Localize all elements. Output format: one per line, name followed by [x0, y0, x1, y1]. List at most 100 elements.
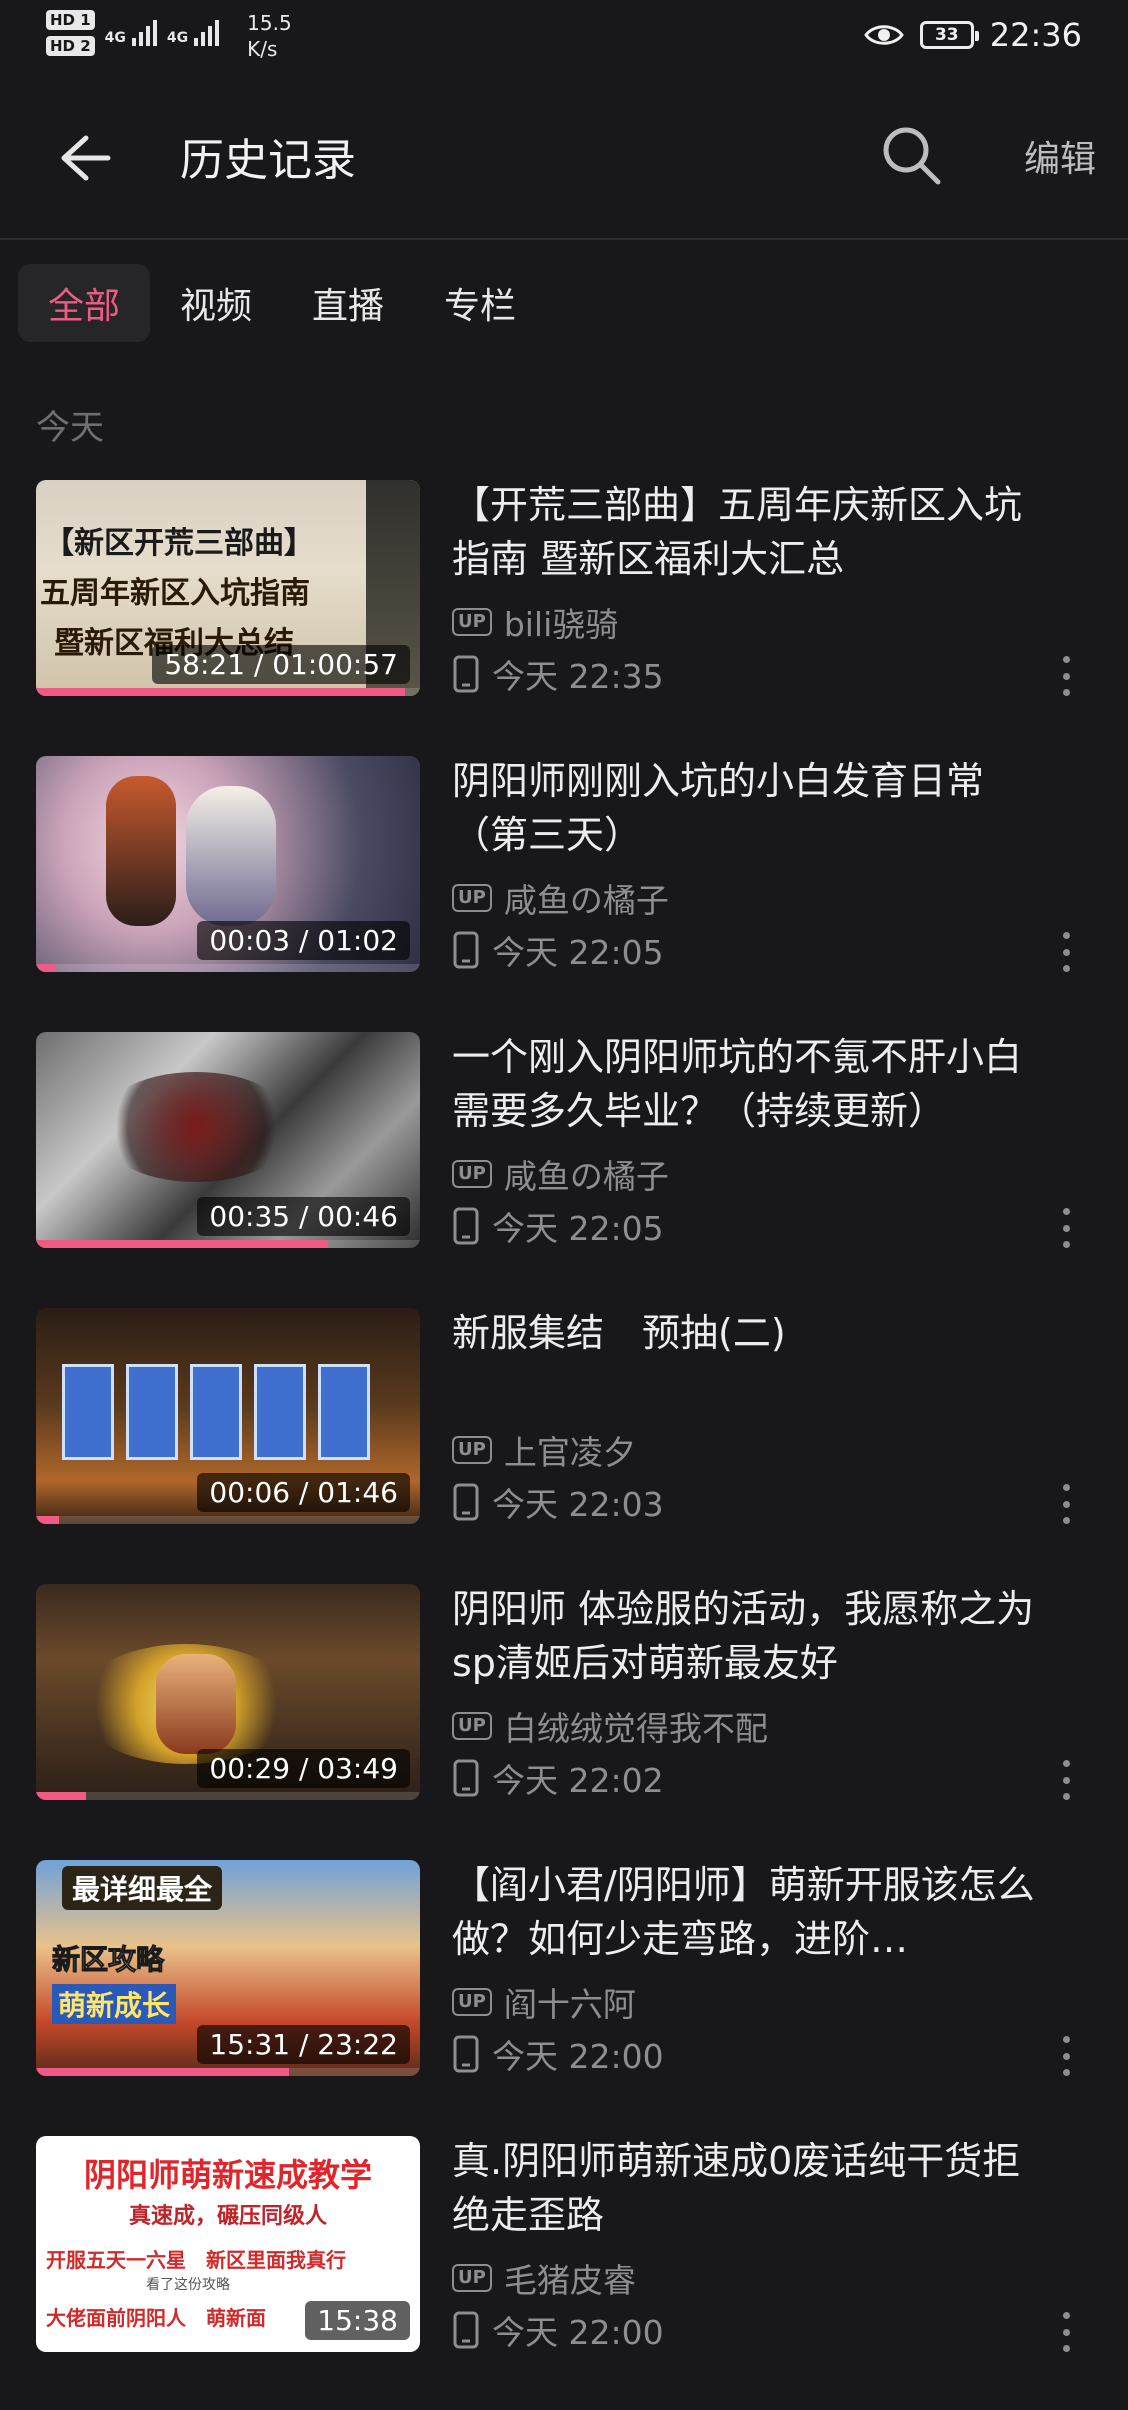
- network-speed: 15.5 K/s: [247, 11, 292, 61]
- card-icon: [62, 1364, 114, 1460]
- more-options-button[interactable]: [1060, 2312, 1072, 2352]
- watch-progress-bar: [36, 688, 405, 696]
- watch-progress-bar: [36, 1792, 86, 1800]
- thumbnail-caption: 最详细最全: [62, 1866, 223, 1910]
- up-badge-icon: UP: [452, 1712, 492, 1740]
- arrow-left-icon: [61, 135, 111, 181]
- up-badge-icon: UP: [452, 608, 492, 636]
- card-icon: [126, 1364, 178, 1460]
- history-item[interactable]: 最详细最全 新区攻略 萌新成长 15:31 / 23:22 【阎小君/阴阳师】萌…: [0, 1858, 1128, 2134]
- thumbnail-caption: 五周年新区入坑指南: [40, 576, 310, 611]
- more-icon: [1062, 1208, 1070, 1215]
- more-options-button[interactable]: [1060, 656, 1072, 696]
- eye-icon: [863, 25, 904, 45]
- uploader-row: UP 白绒绒觉得我不配: [452, 1702, 768, 1750]
- search-icon: [883, 127, 941, 185]
- video-thumbnail[interactable]: 阴阳师萌新速成教学 真速成，碾压同级人 开服五天一六星 新区里面我真行 看了这份…: [36, 2136, 420, 2352]
- up-badge-icon: UP: [452, 2264, 492, 2292]
- video-title[interactable]: 阴阳师 体验服的活动，我愿称之为sp清姬后对萌新最友好: [452, 1582, 1052, 1690]
- watch-progress-bar: [36, 1240, 328, 1248]
- watch-time-row: 今天 22:05: [452, 926, 664, 974]
- app-bar: 历史记录 编辑: [0, 76, 1128, 240]
- status-bar: HD 1 HD 2 4G 4G 15.5 K/s 33 22:36: [0, 0, 1128, 76]
- watch-time-row: 今天 22:02: [452, 1754, 664, 1802]
- duration-label: 00:06 / 01:46: [197, 1473, 410, 1512]
- sim2-badge: HD 2: [46, 36, 95, 56]
- video-title[interactable]: 【开荒三部曲】五周年庆新区入坑指南 暨新区福利大汇总: [452, 478, 1052, 586]
- watch-time: 今天 22:00: [492, 2037, 664, 2076]
- more-icon: [1062, 932, 1070, 939]
- uploader-row: UP 咸鱼の橘子: [452, 874, 669, 922]
- watch-time-row: 今天 22:03: [452, 1478, 664, 1526]
- watch-time: 今天 22:02: [492, 1761, 664, 1800]
- phone-icon: [453, 1207, 479, 1245]
- video-thumbnail[interactable]: 00:29 / 03:49: [36, 1584, 420, 1800]
- sim1-badge: HD 1: [46, 10, 95, 30]
- video-title[interactable]: 真.阴阳师萌新速成0废话纯干货拒绝走歪路: [452, 2134, 1052, 2242]
- history-item[interactable]: 00:03 / 01:02 阴阳师刚刚入坑的小白发育日常（第三天） UP 咸鱼の…: [0, 754, 1128, 1030]
- more-options-button[interactable]: [1060, 1208, 1072, 1248]
- video-title[interactable]: 新服集结 预抽(二): [452, 1306, 1052, 1360]
- duration-label: 15:31 / 23:22: [197, 2025, 410, 2064]
- clock: 22:36: [989, 16, 1082, 54]
- uploader-name: 咸鱼の橘子: [503, 881, 669, 920]
- thumbnail-caption: 真速成，碾压同级人: [128, 2204, 327, 2229]
- thumbnail-caption: 大佬面前阴阳人 萌新面: [46, 2306, 266, 2330]
- history-list: 【新区开荒三部曲】 五周年新区入坑指南 暨新区福利大总结 58:21 / 01:…: [0, 478, 1128, 2410]
- phone-icon: [453, 655, 479, 693]
- video-thumbnail[interactable]: 00:35 / 00:46: [36, 1032, 420, 1248]
- watch-time: 今天 22:03: [492, 1485, 664, 1524]
- history-item[interactable]: 00:06 / 01:46 新服集结 预抽(二) UP 上官凌夕 今天 22:0…: [0, 1306, 1128, 1582]
- thumbnail-caption: 看了这份攻略: [146, 2277, 230, 2293]
- card-icon: [318, 1364, 370, 1460]
- history-item[interactable]: 00:35 / 00:46 一个刚入阴阳师坑的不氪不肝小白需要多久毕业？（持续更…: [0, 1030, 1128, 1306]
- more-icon: [1062, 656, 1070, 663]
- video-title[interactable]: 【阎小君/阴阳师】萌新开服该怎么做？如何少走弯路，进阶…: [452, 1858, 1052, 1966]
- history-item[interactable]: 【新区开荒三部曲】 五周年新区入坑指南 暨新区福利大总结 58:21 / 01:…: [0, 478, 1128, 754]
- video-title[interactable]: 阴阳师刚刚入坑的小白发育日常（第三天）: [452, 754, 1052, 862]
- more-options-button[interactable]: [1060, 932, 1072, 972]
- watch-time: 今天 22:00: [492, 2313, 664, 2352]
- uploader-name: 上官凌夕: [503, 1433, 636, 1472]
- battery-icon: 33: [919, 21, 979, 49]
- uploader-row: UP 毛猪皮睿: [452, 2254, 636, 2302]
- up-badge-icon: UP: [452, 1988, 492, 2016]
- back-button[interactable]: [52, 126, 116, 190]
- uploader-row: UP 阎十六阿: [452, 1978, 636, 2026]
- video-thumbnail[interactable]: 00:03 / 01:02: [36, 756, 420, 972]
- watch-time-row: 今天 22:00: [452, 2030, 664, 2078]
- duration-label: 58:21 / 01:00:57: [152, 645, 410, 684]
- duration-label: 00:29 / 03:49: [197, 1749, 410, 1788]
- more-options-button[interactable]: [1060, 2036, 1072, 2076]
- watch-progress-bar: [36, 1516, 60, 1524]
- video-thumbnail[interactable]: 00:06 / 01:46: [36, 1308, 420, 1524]
- signal-1: 4G: [105, 16, 157, 46]
- watch-progress-bar: [36, 2068, 290, 2076]
- search-button[interactable]: [878, 122, 946, 190]
- video-title[interactable]: 一个刚入阴阳师坑的不氪不肝小白需要多久毕业？（持续更新）: [452, 1030, 1052, 1138]
- tab-video[interactable]: 视频: [150, 264, 282, 342]
- card-icon: [254, 1364, 306, 1460]
- video-thumbnail[interactable]: 最详细最全 新区攻略 萌新成长 15:31 / 23:22: [36, 1860, 420, 2076]
- history-item[interactable]: 阴阳师萌新速成教学 真速成，碾压同级人 开服五天一六星 新区里面我真行 看了这份…: [0, 2134, 1128, 2410]
- tab-column[interactable]: 专栏: [414, 264, 546, 342]
- section-header-today: 今天: [36, 408, 104, 448]
- up-badge-icon: UP: [452, 884, 492, 912]
- more-options-button[interactable]: [1060, 1760, 1072, 1800]
- watch-time-row: 今天 22:05: [452, 1202, 664, 1250]
- uploader-name: 阎十六阿: [503, 1985, 636, 2024]
- thumbnail-caption: 萌新成长: [52, 1984, 177, 2024]
- uploader-name: 白绒绒觉得我不配: [503, 1709, 768, 1748]
- tab-live[interactable]: 直播: [282, 264, 414, 342]
- watch-time: 今天 22:05: [492, 933, 664, 972]
- video-thumbnail[interactable]: 【新区开荒三部曲】 五周年新区入坑指南 暨新区福利大总结 58:21 / 01:…: [36, 480, 420, 696]
- tab-all[interactable]: 全部: [18, 264, 151, 342]
- up-badge-icon: UP: [452, 1436, 492, 1464]
- watch-time: 今天 22:05: [492, 1209, 664, 1248]
- thumbnail-caption: 【新区开荒三部曲】: [44, 526, 314, 561]
- more-icon: [1062, 2312, 1070, 2319]
- phone-icon: [453, 1483, 479, 1521]
- edit-button[interactable]: 编辑: [1024, 130, 1096, 182]
- history-item[interactable]: 00:29 / 03:49 阴阳师 体验服的活动，我愿称之为sp清姬后对萌新最友…: [0, 1582, 1128, 1858]
- more-options-button[interactable]: [1060, 1484, 1072, 1524]
